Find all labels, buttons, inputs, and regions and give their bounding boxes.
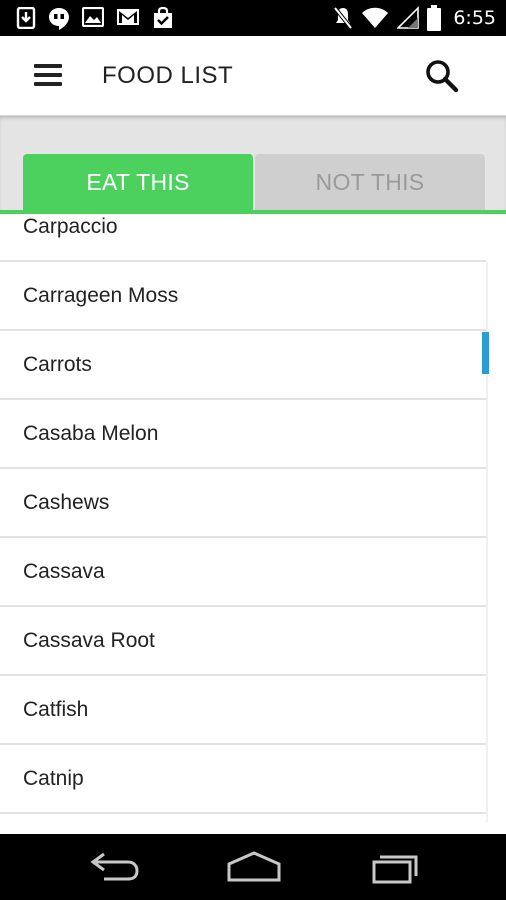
mute-icon bbox=[333, 6, 353, 30]
back-icon[interactable] bbox=[84, 848, 144, 886]
list-item-label: Cassava bbox=[23, 559, 105, 583]
list-item-label: Cassava Root bbox=[23, 628, 155, 652]
list-item-label: Cashews bbox=[23, 490, 110, 514]
recent-apps-icon[interactable] bbox=[366, 848, 426, 886]
tab-not-this[interactable]: NOT THIS bbox=[255, 154, 485, 210]
list-item[interactable]: Casaba Melon bbox=[0, 400, 486, 469]
list-item-label: Catfish bbox=[23, 697, 89, 721]
list-item[interactable]: Catfish bbox=[0, 676, 486, 745]
signal-icon bbox=[397, 6, 420, 29]
gmail-icon bbox=[117, 9, 139, 25]
hangouts-icon bbox=[49, 8, 69, 30]
wifi-icon bbox=[362, 7, 389, 28]
list-item-label: Catnip bbox=[23, 766, 84, 790]
tab-eat-this[interactable]: EAT THIS bbox=[23, 154, 253, 210]
tab-bar: EAT THIS NOT THIS bbox=[0, 116, 506, 214]
shopping-bag-icon bbox=[154, 7, 172, 28]
search-icon[interactable] bbox=[424, 58, 460, 94]
app-bar: FOOD LIST bbox=[0, 36, 506, 116]
list-item-label: Carpaccio bbox=[23, 214, 118, 238]
list-item[interactable]: Carpaccio bbox=[0, 214, 486, 262]
list-item-label: Carrots bbox=[23, 352, 92, 376]
list-item-label: Casaba Melon bbox=[23, 421, 159, 445]
list-item[interactable]: Carrageen Moss bbox=[0, 262, 486, 331]
status-bar: 6:55 bbox=[0, 0, 506, 36]
scrollbar-thumb[interactable] bbox=[482, 332, 489, 374]
system-nav-bar bbox=[0, 834, 506, 900]
battery-icon bbox=[427, 5, 442, 31]
list-item[interactable]: Cassava bbox=[0, 538, 486, 607]
food-list[interactable]: Carpaccio Carrageen Moss Carrots Casaba … bbox=[0, 214, 506, 834]
page-title: FOOD LIST bbox=[102, 62, 234, 89]
notification-icons bbox=[16, 7, 174, 31]
list-item[interactable]: Carrots bbox=[0, 331, 486, 400]
list-item[interactable]: Cashews bbox=[0, 469, 486, 538]
image-icon bbox=[82, 7, 104, 27]
list-item-label: Carrageen Moss bbox=[23, 283, 179, 307]
system-icons: 6:55 bbox=[333, 5, 496, 31]
hamburger-menu-icon[interactable] bbox=[34, 64, 66, 88]
download-icon bbox=[16, 7, 36, 29]
clock-time: 6:55 bbox=[453, 7, 496, 29]
list-item[interactable]: Cassava Root bbox=[0, 607, 486, 676]
home-icon[interactable] bbox=[224, 848, 284, 886]
list-item[interactable]: Catnip bbox=[0, 745, 486, 814]
